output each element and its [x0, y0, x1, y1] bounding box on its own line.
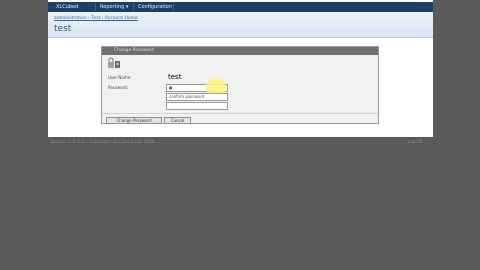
page-title: test — [54, 24, 72, 34]
change-password-dialog: Change Password User Name: test Password… — [101, 46, 379, 124]
key-lock-icon — [108, 57, 120, 68]
footer-version: Version 1.0.0.0 · Copyright XLCubed Ltd … — [50, 139, 155, 144]
tab-configuration[interactable]: Configuration ▾ — [134, 3, 174, 18]
page-header: administration › Test › Account Home tes… — [48, 12, 433, 38]
password-label: Password: — [108, 85, 129, 90]
breadcrumb[interactable]: administration › Test › Account Home — [54, 16, 138, 21]
cancel-button[interactable]: Cancel — [164, 117, 191, 124]
dialog-button-bar: Change Password Cancel — [102, 113, 378, 125]
user-name-value: test — [168, 73, 182, 81]
change-password-button[interactable]: Change Password — [106, 117, 162, 124]
top-nav-bar: XLCubed Home Reporting ▾ Configuration ▾ — [48, 2, 433, 18]
user-name-label: User Name: — [108, 75, 132, 80]
tab-reporting[interactable]: Reporting ▾ — [96, 3, 134, 11]
tab-home[interactable]: XLCubed Home — [52, 3, 96, 18]
confirm-password-field[interactable]: confirm password — [166, 93, 228, 101]
dialog-title: Change Password — [102, 47, 378, 55]
footer-logoff[interactable]: Log Off — [408, 139, 422, 144]
extra-password-field[interactable] — [166, 102, 228, 110]
